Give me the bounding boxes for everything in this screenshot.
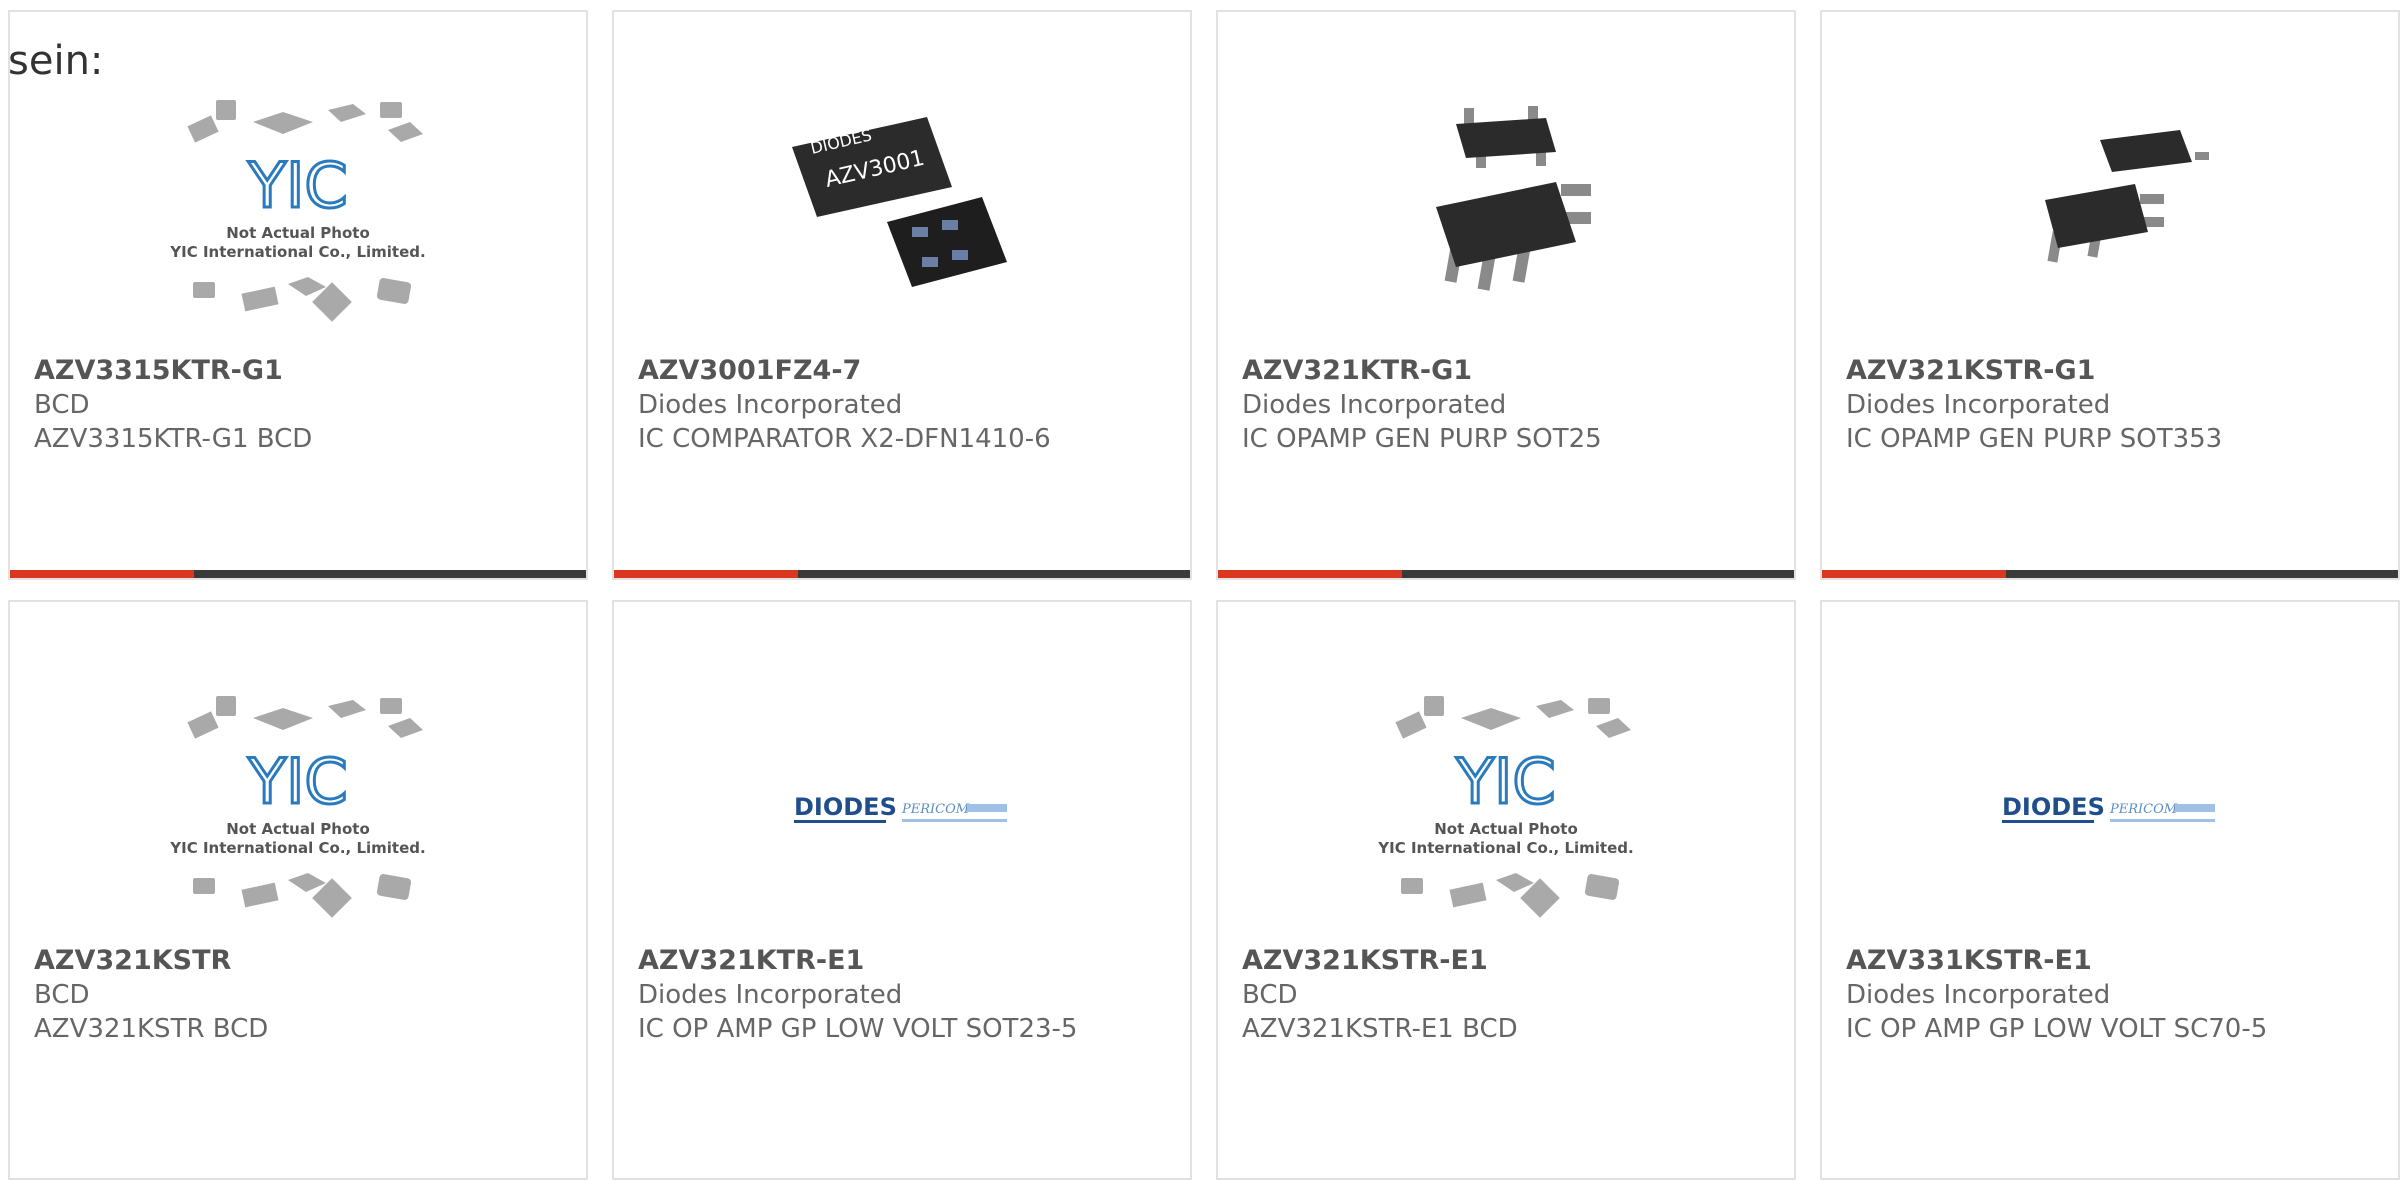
- card-footer-accent: [10, 570, 194, 578]
- dfn-chip-icon: DIODES AZV3001: [792, 117, 1007, 287]
- product-part-number[interactable]: AZV331KSTR-E1: [1846, 944, 2288, 978]
- product-manufacturer: BCD: [34, 390, 90, 420]
- svg-text:DIODES: DIODES: [794, 793, 897, 821]
- card-footer-bar: [1218, 570, 1794, 578]
- product-manufacturer: BCD: [34, 980, 90, 1010]
- sot-chip-icon: [1436, 106, 1591, 291]
- svg-text:YIC International Co., Limited: YIC International Co., Limited.: [169, 839, 425, 857]
- svg-text:DIODES: DIODES: [2002, 793, 2105, 821]
- product-image[interactable]: [1960, 92, 2260, 332]
- product-manufacturer: Diodes Incorporated: [638, 390, 903, 420]
- product-part-number[interactable]: AZV3315KTR-G1: [34, 354, 476, 388]
- product-manufacturer: Diodes Incorporated: [1846, 390, 2111, 420]
- svg-text:Not Actual Photo: Not Actual Photo: [1434, 820, 1578, 838]
- diodes-pericom-logo-icon: DIODES PERICOM: [2002, 793, 2215, 823]
- product-manufacturer: BCD: [1242, 980, 1298, 1010]
- svg-text:YIC: YIC: [1455, 745, 1555, 818]
- card-footer-bar: [614, 570, 1190, 578]
- product-description: IC OPAMP GEN PURP SOT25: [1242, 424, 1602, 454]
- product-description: AZV3315KTR-G1 BCD: [34, 424, 313, 454]
- product-part-number[interactable]: AZV321KSTR: [34, 944, 476, 978]
- product-description: AZV321KSTR-E1 BCD: [1242, 1014, 1518, 1044]
- product-part-number[interactable]: AZV321KSTR-G1: [1846, 354, 2288, 388]
- svg-text:YIC: YIC: [247, 149, 347, 222]
- svg-text:Not Actual Photo: Not Actual Photo: [226, 224, 370, 242]
- product-card[interactable]: AZV321KTR-G1 Diodes Incorporated IC OPAM…: [1216, 10, 1796, 580]
- product-card[interactable]: AZV321KSTR-G1 Diodes Incorporated IC OPA…: [1820, 10, 2400, 580]
- product-manufacturer: Diodes Incorporated: [638, 980, 903, 1010]
- product-image[interactable]: DIODES PERICOM: [752, 688, 1052, 928]
- product-part-number[interactable]: AZV321KSTR-E1: [1242, 944, 1684, 978]
- product-image[interactable]: [1356, 92, 1656, 332]
- svg-text:YIC International Co., Limited: YIC International Co., Limited.: [169, 243, 425, 261]
- product-part-number[interactable]: AZV321KTR-E1: [638, 944, 1080, 978]
- product-description: AZV321KSTR BCD: [34, 1014, 269, 1044]
- card-footer-bar: [10, 570, 586, 578]
- svg-text:PERICOM: PERICOM: [2109, 802, 2178, 817]
- product-card[interactable]: DIODES PERICOM AZV331KSTR-E1 Diodes Inco…: [1820, 600, 2400, 1180]
- product-image[interactable]: DIODES AZV3001: [752, 92, 1052, 332]
- product-part-number[interactable]: AZV321KTR-G1: [1242, 354, 1684, 388]
- product-card[interactable]: YIC Not Actual Photo YIC International C…: [8, 600, 588, 1180]
- svg-text:YIC International Co., Limited: YIC International Co., Limited.: [1377, 839, 1633, 857]
- product-description: IC COMPARATOR X2-DFN1410-6: [638, 424, 1051, 454]
- intro-text: sein:: [8, 38, 104, 84]
- product-card[interactable]: YIC Not Actual Photo YIC International C…: [1216, 600, 1796, 1180]
- product-image-placeholder[interactable]: YIC Not Actual Photo YIC International C…: [148, 688, 448, 928]
- svg-text:Not Actual Photo: Not Actual Photo: [226, 820, 370, 838]
- product-image-placeholder[interactable]: YIC Not Actual Photo YIC International C…: [1356, 688, 1656, 928]
- yic-placeholder-icon: YIC Not Actual Photo YIC International C…: [169, 696, 426, 918]
- card-footer-accent: [1218, 570, 1402, 578]
- card-footer-bar: [1822, 570, 2398, 578]
- product-description: IC OP AMP GP LOW VOLT SC70-5: [1846, 1014, 2268, 1044]
- product-manufacturer: Diodes Incorporated: [1242, 390, 1507, 420]
- card-footer-accent: [614, 570, 798, 578]
- product-part-number[interactable]: AZV3001FZ4-7: [638, 354, 1080, 388]
- product-image[interactable]: DIODES PERICOM: [1960, 688, 2260, 928]
- product-description: IC OP AMP GP LOW VOLT SOT23-5: [638, 1014, 1078, 1044]
- svg-text:PERICOM: PERICOM: [901, 802, 970, 817]
- product-card[interactable]: YIC Not Actual Photo YIC International C…: [8, 10, 588, 580]
- product-description: IC OPAMP GEN PURP SOT353: [1846, 424, 2223, 454]
- sot-chip-small-icon: [2045, 130, 2209, 263]
- yic-placeholder-icon: YIC Not Actual Photo YIC International C…: [169, 100, 426, 322]
- product-manufacturer: Diodes Incorporated: [1846, 980, 2111, 1010]
- product-card[interactable]: DIODES PERICOM AZV321KTR-E1 Diodes Incor…: [612, 600, 1192, 1180]
- diodes-pericom-logo-icon: DIODES PERICOM: [794, 793, 1007, 823]
- yic-placeholder-icon: YIC Not Actual Photo YIC International C…: [1377, 696, 1634, 918]
- product-card[interactable]: DIODES AZV3001 AZV3001FZ4-7 Diodes Incor…: [612, 10, 1192, 580]
- card-footer-accent: [1822, 570, 2006, 578]
- svg-text:YIC: YIC: [247, 745, 347, 818]
- product-image-placeholder[interactable]: YIC Not Actual Photo YIC International C…: [148, 92, 448, 332]
